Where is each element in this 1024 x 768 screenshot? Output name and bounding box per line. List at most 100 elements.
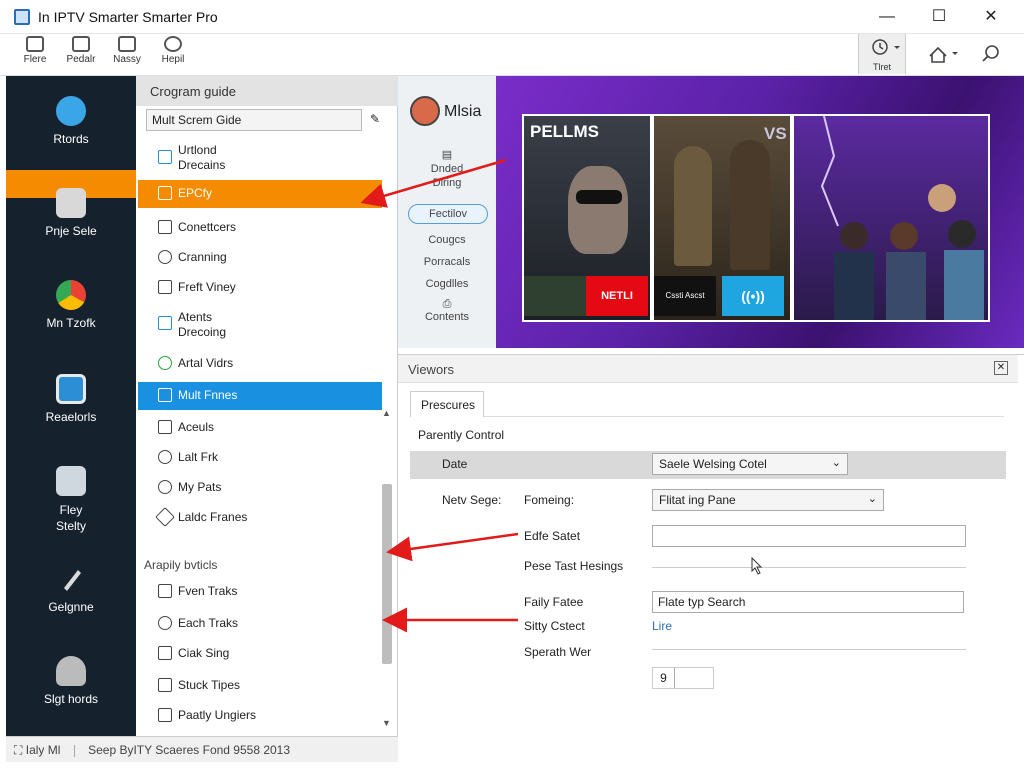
section-item-label: Stuck Tipes: [178, 678, 241, 692]
search-button[interactable]: [966, 34, 1014, 74]
poster-title: PELLMS: [530, 122, 599, 141]
guide-header: Crogram guide: [136, 76, 398, 106]
edit-icon: [158, 420, 172, 434]
toolbar-flere-button[interactable]: Flere: [12, 36, 58, 65]
guide-item[interactable]: Atents Drecoing: [138, 308, 382, 344]
viewers-header: Viewors: [398, 355, 1018, 383]
page-icon: [158, 678, 172, 692]
faily-input[interactable]: Flate typ Search: [652, 591, 964, 613]
sitty-label: Sitty Cstect: [524, 619, 585, 633]
netflix-logo[interactable]: NETLI: [586, 276, 648, 316]
media-side-item[interactable]: ⎙ Contents: [398, 298, 496, 323]
close-panel-icon[interactable]: ✕: [994, 361, 1008, 375]
rail-item-gelgnne[interactable]: Gelgnne: [6, 564, 136, 614]
guide-item[interactable]: Urtlond Drecains: [138, 142, 382, 176]
scroll-up-icon[interactable]: ▲: [382, 408, 391, 418]
guide-item[interactable]: Artal Vidrs: [138, 350, 382, 378]
guide-item[interactable]: Laldc Franes: [138, 504, 382, 532]
media-side-item[interactable]: Porracals: [398, 256, 496, 268]
rail-item-reaelorls[interactable]: Reaelorls: [6, 374, 136, 424]
guide-item[interactable]: My Pats: [138, 474, 382, 502]
fomeing-dropdown-value: Flitat ing Pane: [659, 493, 736, 507]
rail-item-fley-stelty[interactable]: Fley Stelty: [6, 466, 136, 534]
home-button[interactable]: [916, 34, 964, 74]
rail-label: Fley Stelty: [55, 503, 86, 533]
sunglasses-image: [576, 190, 622, 204]
face-image: [568, 166, 628, 254]
guide-item-label: Urtlond Drecains: [178, 143, 226, 172]
close-button[interactable]: ✕: [980, 6, 1002, 28]
toolbar-hepil-button[interactable]: Hepil: [150, 36, 196, 65]
status-left: Ialy Ml: [25, 743, 61, 757]
poster-group[interactable]: [792, 114, 990, 322]
title-bar: In IPTV Smarter Smarter Pro — ☐ ✕: [0, 0, 1024, 34]
section-item[interactable]: Paatly Ungiers: [138, 702, 382, 730]
media-side-item[interactable]: Cogdlles: [398, 278, 496, 290]
media-side-item[interactable]: Cougcs: [398, 234, 496, 246]
date-dropdown-value: Saele Welsing Cotel: [659, 457, 767, 471]
figure-image: [674, 146, 712, 266]
rail-item-records[interactable]: Rtords: [6, 96, 136, 146]
rail-item-mn-tzofk[interactable]: Mn Tzofk: [6, 280, 136, 330]
media-banner[interactable]: PELLMS VS NETLI Cssti Ascst ((•)): [496, 76, 1024, 348]
section-item[interactable]: Ciak Sing: [138, 640, 382, 668]
guide-item[interactable]: Cranning: [138, 244, 382, 272]
toolbar-label: Pedalr: [66, 54, 96, 65]
app-icon: [14, 9, 30, 25]
rail-item-pnje-sele[interactable]: Pnje Sele: [6, 188, 136, 238]
section-item-label: Paatly Ungiers: [178, 708, 257, 722]
media-side-item[interactable]: ▤ Dnded Diring: [398, 148, 496, 190]
guide-item-active[interactable]: Mult Fnnes: [138, 382, 382, 410]
guide-item[interactable]: Aceuls: [138, 414, 382, 442]
pese-slider[interactable]: [652, 567, 966, 568]
date-dropdown[interactable]: Saele Welsing Cotel ⌄: [652, 453, 848, 475]
time-button[interactable]: Tlret: [858, 34, 906, 74]
guide-item[interactable]: Freft Viney: [138, 274, 382, 302]
cursor-icon: [751, 557, 763, 575]
guide-screen-select[interactable]: Mult Screm Gide: [146, 109, 362, 131]
guide-item-label: My Pats: [178, 480, 222, 494]
pin-icon[interactable]: ✎: [370, 112, 380, 126]
minimize-button[interactable]: —: [876, 6, 898, 28]
play-circle-icon: [158, 356, 172, 370]
guide-item-label: Aceuls: [178, 420, 215, 434]
streaming-logo[interactable]: [524, 276, 586, 316]
toolbar-pedalr-button[interactable]: Pedalr: [58, 36, 104, 65]
grid-icon: [158, 220, 172, 234]
toolbar-nassy-button[interactable]: Nassy: [104, 36, 150, 65]
edfe-input[interactable]: [652, 525, 966, 547]
status-bar: ⛶ Ialy Ml Seep ByITY Scaeres Fond 9558 2…: [6, 736, 398, 762]
guide-scrollbar[interactable]: ▲ ▼: [380, 406, 394, 736]
rail-label: Slgt hords: [43, 692, 99, 706]
lock-icon: [158, 186, 172, 200]
section-item[interactable]: Stuck Tipes: [138, 672, 382, 700]
sitty-link[interactable]: Lire: [652, 619, 672, 633]
toolbar-label: Flere: [23, 54, 47, 65]
rail-item-slgt-hords[interactable]: Slgt hords: [6, 656, 136, 706]
toolbar-label: Nassy: [113, 54, 141, 65]
playstation-logo[interactable]: Cssti Ascst: [654, 276, 716, 316]
divider: [652, 649, 966, 650]
fomeing-label: Fomeing:: [524, 493, 575, 507]
avatar: [410, 96, 440, 126]
sheet-icon: [56, 374, 86, 404]
guide-item-selected[interactable]: EPCfy: [138, 180, 382, 208]
folder-icon: [158, 280, 172, 294]
scroll-down-icon[interactable]: ▼: [382, 718, 391, 728]
calendar-icon: ▤: [441, 149, 453, 161]
maximize-button[interactable]: ☐: [928, 6, 950, 28]
fomeing-dropdown[interactable]: Flitat ing Pane ⌄: [652, 489, 884, 511]
section-item[interactable]: Each Traks: [138, 610, 382, 638]
tab-prescures[interactable]: Prescures: [410, 391, 484, 417]
scroll-thumb[interactable]: [382, 484, 392, 664]
media-side-item-selected[interactable]: Fectilov: [408, 204, 488, 224]
media-side-label: Dnded Diring: [430, 163, 464, 189]
contents-icon: ⎙: [442, 298, 452, 310]
section-item[interactable]: Fven Traks: [138, 578, 382, 606]
table-icon: [158, 316, 172, 330]
window-title: In IPTV Smarter Smarter Pro: [38, 9, 218, 25]
quantity-stepper[interactable]: 9: [652, 667, 714, 689]
guide-item[interactable]: Conettcers: [138, 214, 382, 242]
broadcast-logo[interactable]: ((•)): [722, 276, 784, 316]
guide-item[interactable]: Lalt Frk: [138, 444, 382, 472]
